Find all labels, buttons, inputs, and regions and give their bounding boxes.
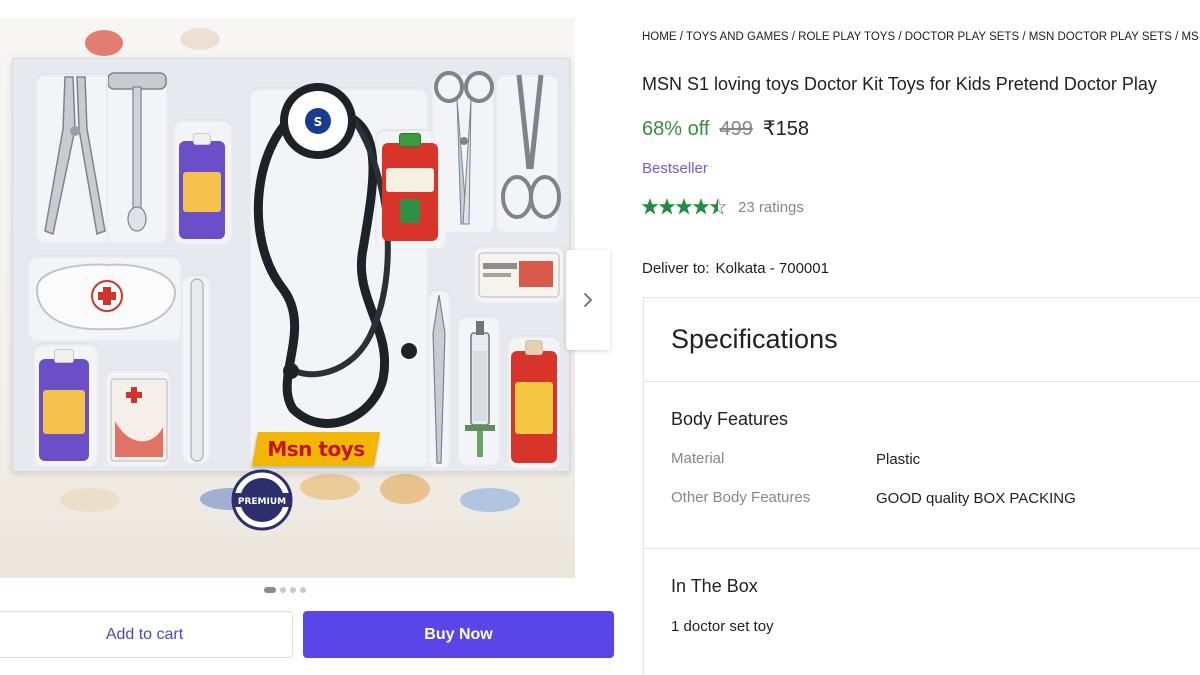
medicine-bottle-icon: [179, 133, 225, 239]
carousel-dot[interactable]: [300, 587, 306, 593]
premium-seal-icon: PREMIUM: [231, 469, 293, 531]
buy-now-button[interactable]: Buy Now: [303, 611, 614, 658]
specifications-heading: Specifications: [671, 324, 838, 354]
breadcrumb-home[interactable]: HOME: [642, 31, 677, 43]
spec-value-material: Plastic: [876, 451, 921, 468]
scalpel-icon: [432, 294, 446, 464]
spec-value-other-body-features: GOOD quality BOX PACKING: [876, 490, 1076, 507]
clamp-scissors-icon: [501, 74, 561, 219]
breadcrumb-role-play-toys[interactable]: ROLE PLAY TOYS: [798, 31, 895, 43]
original-price: 499: [719, 118, 753, 140]
divider: [644, 548, 1200, 549]
breadcrumb-doctor-play-sets[interactable]: DOCTOR PLAY SETS: [905, 31, 1019, 43]
ratings-count[interactable]: 23 ratings: [738, 199, 804, 216]
tonic-bottle-icon: [511, 339, 557, 463]
star-rating-icon: [642, 198, 727, 215]
breadcrumb-msn-doctor-play-sets[interactable]: MSN DOCTOR PLAY SETS: [1029, 31, 1172, 43]
eye-mask-icon: [35, 263, 177, 331]
syringe-icon: [465, 321, 495, 457]
carousel-dot[interactable]: [290, 587, 296, 593]
carousel-dot[interactable]: [264, 587, 276, 593]
breadcrumb-toys-and-games[interactable]: TOYS AND GAMES: [686, 31, 789, 43]
medicine-box-icon: [110, 378, 168, 462]
add-to-cart-button[interactable]: Add to cart: [0, 611, 293, 658]
next-image-button[interactable]: [566, 250, 610, 350]
in-the-box-item: 1 doctor set toy: [671, 618, 774, 635]
carousel-dot[interactable]: [280, 587, 286, 593]
forceps-icon: [44, 76, 106, 236]
reflex-hammer-icon: [108, 72, 167, 232]
divider: [644, 381, 1200, 382]
discount-percent: 68% off: [642, 118, 710, 140]
syrup-bottle-icon: [39, 348, 89, 461]
carousel-dots: [264, 587, 306, 593]
doctor-kit-board: S: [12, 58, 570, 472]
breadcrumb: HOME / TOYS AND GAMES / ROLE PLAY TOYS /…: [642, 31, 1199, 43]
thermometer-icon: [190, 278, 204, 462]
product-title: MSN S1 loving toys Doctor Kit Toys for K…: [642, 74, 1157, 94]
deliver-label: Deliver to:: [642, 260, 710, 277]
brand-label: Msn toys: [267, 437, 365, 461]
scissors-icon: [434, 71, 494, 225]
price-row: 68% off 499 ₹158: [642, 116, 809, 142]
antiseptic-bottle-icon: [382, 133, 438, 241]
seal-text: PREMIUM: [238, 497, 286, 507]
rating-row[interactable]: 23 ratings: [642, 198, 804, 216]
svg-text:S: S: [314, 115, 323, 129]
deliver-location-value[interactable]: Kolkata - 700001: [716, 260, 829, 277]
cotton-bandage-icon: [478, 252, 560, 298]
spec-key-other-body-features: Other Body Features: [671, 489, 811, 506]
in-the-box-title: In The Box: [671, 576, 758, 596]
delivery-location[interactable]: Deliver to: Kolkata - 700001: [642, 260, 829, 277]
specifications-card: Specifications Body Features Material Pl…: [643, 297, 1200, 675]
spec-key-material: Material: [671, 450, 725, 467]
body-features-title: Body Features: [671, 409, 789, 429]
breadcrumb-product[interactable]: MS: [1181, 31, 1198, 43]
chevron-right-icon: [584, 293, 592, 307]
bestseller-badge: Bestseller: [642, 160, 708, 177]
selling-price: ₹158: [762, 118, 809, 140]
product-gallery: S Msn toys PREMIUM Add to cart Buy Now: [0, 0, 625, 675]
